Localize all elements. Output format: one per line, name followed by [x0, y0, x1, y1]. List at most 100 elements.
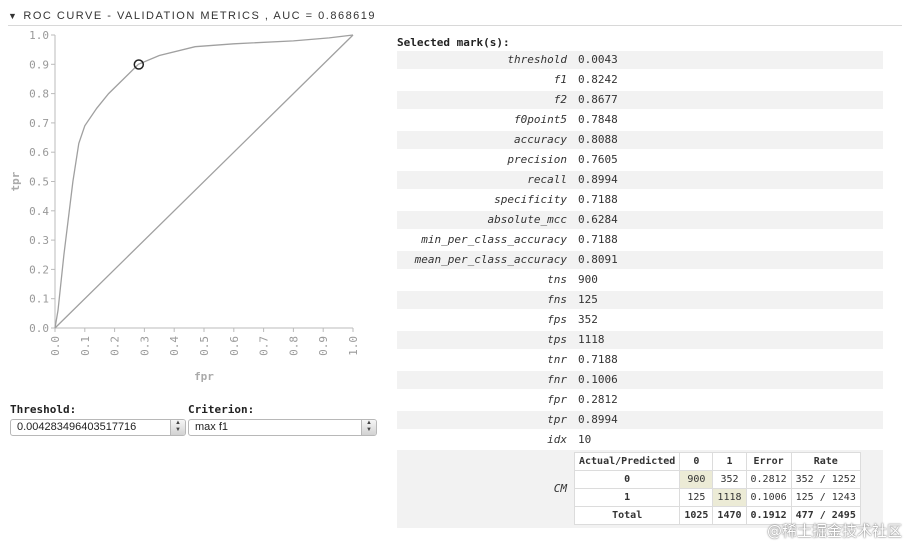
metric-name: f1	[553, 73, 567, 86]
metric-row: mean_per_class_accuracy 0.8091	[397, 251, 883, 269]
x-tick-label: 0.1	[79, 336, 92, 356]
metric-row: precision 0.7605	[397, 151, 883, 169]
cm-header: 1	[712, 452, 747, 471]
cm-cell: 1470	[712, 506, 747, 525]
cm-cell: 125 / 1243	[790, 488, 861, 507]
x-tick-label: 0.8	[287, 336, 300, 356]
metric-value: 125	[578, 293, 598, 306]
cm-label: CM	[553, 482, 567, 495]
criterion-label: Criterion:	[188, 403, 255, 416]
metric-row: tns 900	[397, 271, 883, 289]
y-tick-label: 0.3	[29, 234, 49, 247]
metric-row: min_per_class_accuracy 0.7188	[397, 231, 883, 249]
metric-row: f2 0.8677	[397, 91, 883, 109]
x-tick-label: 0.6	[228, 336, 241, 356]
y-tick-label: 0.5	[29, 176, 49, 189]
metric-row: fns 125	[397, 291, 883, 309]
metric-row: specificity 0.7188	[397, 191, 883, 209]
metric-name: fpr	[547, 393, 567, 406]
y-tick-label: 0.6	[29, 146, 49, 159]
metric-name: absolute_mcc	[487, 213, 567, 226]
metric-value: 0.2812	[578, 393, 618, 406]
metric-value: 0.8994	[578, 413, 618, 426]
y-tick-label: 0.0	[29, 322, 49, 335]
metric-value: 0.8242	[578, 73, 618, 86]
metric-name: accuracy	[514, 133, 567, 146]
metric-value: 0.7605	[578, 153, 618, 166]
cm-header: 0	[679, 452, 714, 471]
metric-value: 0.7848	[578, 113, 618, 126]
metrics-title: Selected mark(s):	[397, 36, 510, 49]
metric-name: fps	[547, 313, 567, 326]
metric-row: threshold 0.0043	[397, 51, 883, 69]
cm-cell: 352	[712, 470, 747, 489]
x-tick-label: 0.2	[109, 336, 122, 356]
metric-value: 0.8091	[578, 253, 618, 266]
cm-cell: 1118	[712, 488, 747, 507]
metric-name: threshold	[507, 53, 567, 66]
metric-value: 0.0043	[578, 53, 618, 66]
metric-name: tpr	[547, 413, 567, 426]
criterion-select[interactable]: max f1 ▲ ▼	[188, 419, 377, 436]
metric-row: accuracy 0.8088	[397, 131, 883, 149]
metric-row: fnr 0.1006	[397, 371, 883, 389]
x-tick-label: 0.9	[317, 336, 330, 356]
threshold-value: 0.004283496403517716	[17, 421, 137, 433]
cm-cell: 0.2812	[745, 470, 792, 489]
x-tick-label: 0.5	[198, 336, 211, 356]
metric-row: fps 352	[397, 311, 883, 329]
cm-row-1: 1 125 1118 0.1006 125 / 1243	[573, 488, 861, 507]
header-divider	[8, 25, 902, 26]
metric-name: idx	[547, 433, 567, 446]
y-tick-label: 0.1	[29, 293, 49, 306]
cm-cell: 0	[573, 470, 681, 489]
select-arrows-icon: ▲ ▼	[361, 420, 376, 435]
metric-value: 1118	[578, 333, 605, 346]
cm-cell: 0.1006	[745, 488, 792, 507]
y-axis-label: tpr	[9, 171, 22, 191]
metric-value: 0.1006	[578, 373, 618, 386]
criterion-value: max f1	[195, 421, 229, 433]
cm-cell: 1	[573, 488, 681, 507]
cm-cell: 900	[679, 470, 714, 489]
x-tick-label: 1.0	[347, 336, 360, 356]
metric-row: recall 0.8994	[397, 171, 883, 189]
section-title: ROC CURVE - VALIDATION METRICS , AUC = 0…	[23, 10, 377, 22]
metric-value: 900	[578, 273, 598, 286]
metric-value: 0.6284	[578, 213, 618, 226]
metric-name: min_per_class_accuracy	[421, 233, 567, 246]
metric-row: tps 1118	[397, 331, 883, 349]
cm-row-0: 0 900 352 0.2812 352 / 1252	[573, 470, 861, 489]
x-tick-label: 0.0	[49, 336, 62, 356]
y-tick-label: 0.9	[29, 58, 49, 71]
metric-name: fnr	[547, 373, 567, 386]
metric-row: tnr 0.7188	[397, 351, 883, 369]
cm-header: Rate	[790, 452, 861, 471]
metric-row: f1 0.8242	[397, 71, 883, 89]
metric-row: absolute_mcc 0.6284	[397, 211, 883, 229]
metric-row: f0point5 0.7848	[397, 111, 883, 129]
diagonal-reference-line	[54, 34, 354, 329]
threshold-label: Threshold:	[10, 403, 77, 416]
cm-cell: 1025	[679, 506, 714, 525]
cm-header: Actual/Predicted	[573, 452, 681, 471]
metric-value: 0.8677	[578, 93, 618, 106]
collapse-triangle-icon[interactable]: ▼	[8, 11, 18, 21]
metric-value: 0.8088	[578, 133, 618, 146]
metric-name: precision	[507, 153, 567, 166]
x-axis-label: fpr	[194, 370, 214, 383]
cm-cell: 125	[679, 488, 714, 507]
metric-value: 0.7188	[578, 193, 618, 206]
y-tick-label: 0.7	[29, 117, 49, 130]
x-tick-label: 0.3	[138, 336, 151, 356]
y-tick-label: 0.2	[29, 263, 49, 276]
section-header[interactable]: ▼ ROC CURVE - VALIDATION METRICS , AUC = …	[8, 10, 376, 26]
threshold-select[interactable]: 0.004283496403517716 ▲ ▼	[10, 419, 186, 436]
roc-chart: 0.0 0.1 0.2 0.3 0.4 0.5 0.6 0.7 0.8 0.9 1.0 0.0 0.1 0…	[0, 28, 380, 388]
metric-row: tpr 0.8994	[397, 411, 883, 429]
metric-name: f2	[553, 93, 567, 106]
x-tick-label: 0.7	[258, 336, 271, 356]
y-tick-label: 1.0	[29, 29, 49, 42]
metric-name: fns	[547, 293, 567, 306]
metric-row: fpr 0.2812	[397, 391, 883, 409]
